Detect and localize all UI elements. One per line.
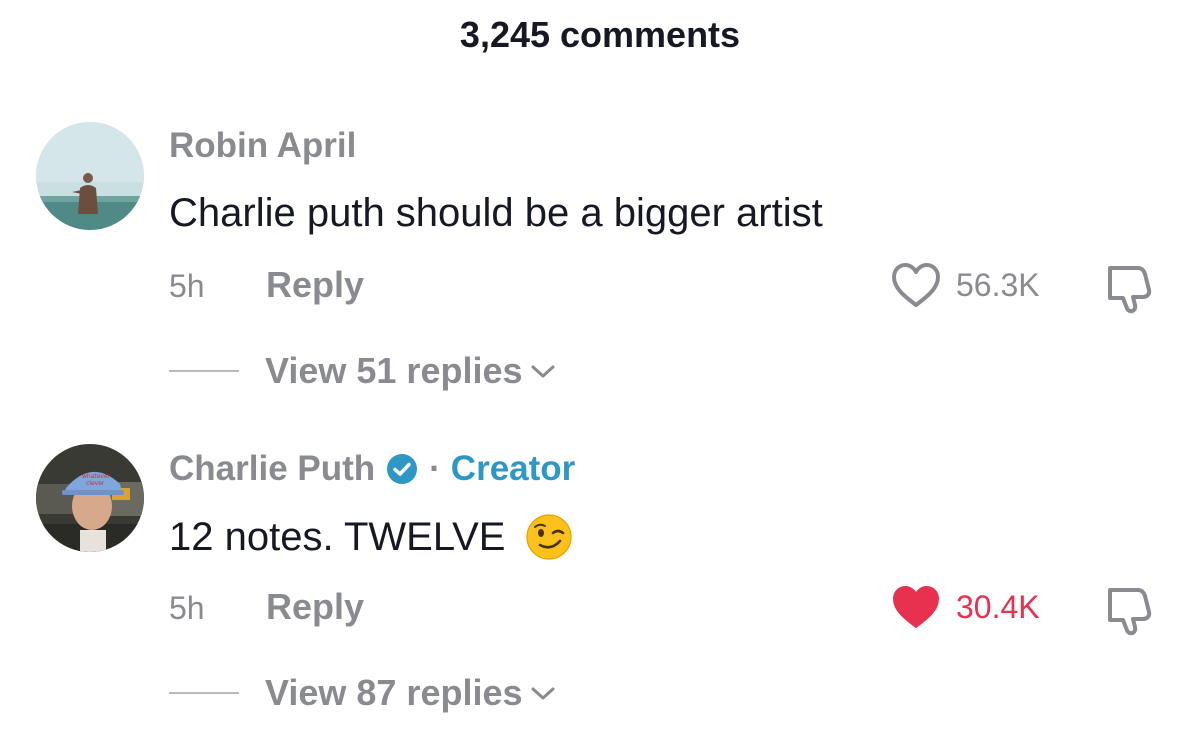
heart-filled-icon xyxy=(893,586,939,628)
creator-badge: Creator xyxy=(450,449,576,488)
like-button[interactable]: 30.4K xyxy=(890,583,1040,631)
winking-face-emoji-icon xyxy=(526,514,573,560)
view-replies-button[interactable]: View 87 replies xyxy=(169,672,557,714)
comment-body: 12 notes. TWELVE xyxy=(169,514,506,559)
comment-time: 5h xyxy=(169,590,205,626)
chevron-down-icon xyxy=(531,687,555,700)
reply-button[interactable]: Reply xyxy=(266,586,364,628)
comment-author[interactable]: Charlie Puth · Creator xyxy=(169,449,575,489)
dislike-icon[interactable] xyxy=(1102,582,1156,636)
verified-badge-icon xyxy=(387,454,418,484)
divider-line xyxy=(169,692,239,694)
like-count: 30.4K xyxy=(956,588,1040,625)
avatar[interactable]: whatever clever xyxy=(36,444,144,552)
separator-dot: · xyxy=(429,449,441,488)
author-name[interactable]: Charlie Puth xyxy=(169,449,375,489)
comment-text: 12 notes. TWELVE xyxy=(169,513,573,561)
comment-item: whatever clever Charlie Puth · Creator 1… xyxy=(0,0,1200,744)
svg-text:whatever: whatever xyxy=(82,473,111,480)
svg-text:clever: clever xyxy=(86,480,105,487)
view-replies-label: View 87 replies xyxy=(265,672,523,713)
